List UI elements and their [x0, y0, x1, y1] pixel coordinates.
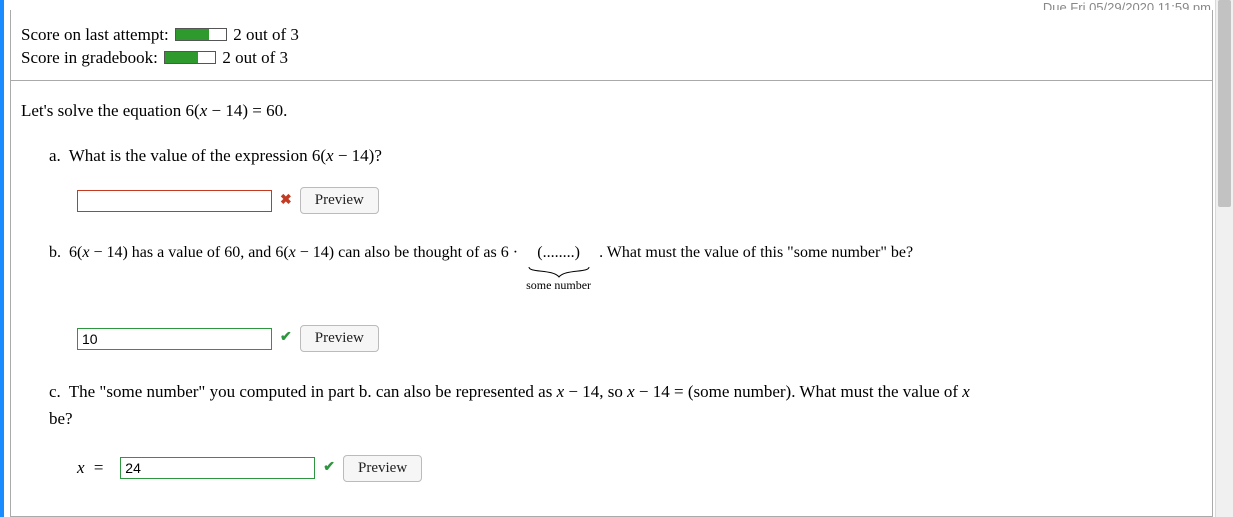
some-number-brace: (........) some number	[526, 240, 591, 295]
score-last-attempt-value: 2 out of 3	[233, 25, 299, 44]
part-a-eq-post: − 14)?	[334, 146, 382, 165]
part-c-letter: c.	[49, 382, 61, 401]
part-a-text: What is the value of the expression	[69, 146, 312, 165]
preview-button[interactable]: Preview	[300, 325, 379, 352]
preview-button[interactable]: Preview	[300, 187, 379, 214]
prompt-lead: Let's solve the equation	[21, 101, 186, 120]
prompt-tail: .	[283, 101, 287, 120]
score-block: Score on last attempt: 2 out of 3 Score …	[11, 10, 1212, 81]
part-b-t2: has a value of 60, and	[128, 244, 276, 261]
paren-close: )	[575, 244, 580, 261]
part-c: c. The "some number" you computed in par…	[49, 378, 1200, 482]
part-a-input[interactable]	[77, 190, 272, 212]
score-last-attempt-row: Score on last attempt: 2 out of 3	[21, 24, 1200, 47]
prompt-eq-mid: − 14) = 60	[207, 101, 283, 120]
score-last-attempt-label: Score on last attempt:	[21, 25, 169, 44]
part-b-eq1-pre: 6(	[69, 244, 82, 261]
scrollbar-thumb[interactable]	[1218, 0, 1231, 207]
part-c-answer-row: x = ✔ Preview	[77, 454, 1200, 481]
part-c-e2-post: − 14 = (some number)	[635, 382, 792, 401]
part-c-t4: be?	[49, 409, 73, 428]
vertical-scrollbar[interactable]	[1215, 0, 1233, 517]
question-prompt: Let's solve the equation 6(x − 14) = 60.	[21, 97, 1200, 124]
score-gradebook-value: 2 out of 3	[222, 48, 288, 67]
part-b-eq2-var: x	[289, 244, 296, 261]
part-c-t2: , so	[599, 382, 627, 401]
part-b-t5: . What must the value of this "some numb…	[595, 244, 913, 261]
score-bar-fill	[176, 29, 209, 40]
preview-button[interactable]: Preview	[343, 455, 422, 482]
equals-sign: =	[93, 458, 104, 477]
part-c-e3-var: x	[962, 382, 970, 401]
question-body: Let's solve the equation 6(x − 14) = 60.…	[11, 81, 1212, 516]
x-var: x	[77, 458, 85, 477]
part-a-eq-var: x	[326, 146, 334, 165]
part-c-input[interactable]	[120, 457, 315, 479]
part-b-letter: b.	[49, 244, 61, 261]
correct-icon: ✔	[280, 327, 292, 349]
score-bar-icon	[164, 51, 216, 64]
dots: ........	[543, 244, 575, 261]
prompt-eq-pre: 6(	[186, 101, 200, 120]
question-card: Score on last attempt: 2 out of 3 Score …	[10, 10, 1213, 517]
score-gradebook-row: Score in gradebook: 2 out of 3	[21, 47, 1200, 70]
part-a: a. What is the value of the expression 6…	[49, 142, 1200, 214]
part-c-e1-var: x	[557, 382, 565, 401]
part-c-e1-post: − 14	[564, 382, 599, 401]
page: Due Fri 05/29/2020 11:59 pm Score on las…	[0, 0, 1233, 517]
score-gradebook-label: Score in gradebook:	[21, 48, 158, 67]
left-edge-marker	[0, 0, 4, 517]
x-equals-label: x =	[77, 454, 104, 481]
part-b-input[interactable]	[77, 328, 272, 350]
part-b: b. 6(x − 14) has a value of 60, and 6(x …	[49, 240, 1200, 295]
score-bar-icon	[175, 28, 227, 41]
part-c-t3: . What must the value of	[791, 382, 962, 401]
part-c-e2-var: x	[627, 382, 635, 401]
due-date-text: Due Fri 05/29/2020 11:59 pm	[0, 0, 1233, 10]
part-a-letter: a.	[49, 146, 61, 165]
part-b-eq1-post: − 14)	[89, 244, 127, 261]
brace-label: some number	[526, 276, 591, 295]
part-b-eq2-post: − 14)	[296, 244, 334, 261]
part-b-t4: can also be thought of as 6 ·	[334, 244, 522, 261]
part-b-answer-row: ✔ Preview	[77, 325, 1200, 352]
part-c-t1: The "some number" you computed in part b…	[69, 382, 557, 401]
part-b-eq2-pre: 6(	[275, 244, 288, 261]
incorrect-icon: ✖	[280, 190, 292, 212]
correct-icon: ✔	[323, 457, 335, 479]
part-a-eq-pre: 6(	[312, 146, 326, 165]
score-bar-fill	[165, 52, 198, 63]
part-a-answer-row: ✖ Preview	[77, 187, 1200, 214]
